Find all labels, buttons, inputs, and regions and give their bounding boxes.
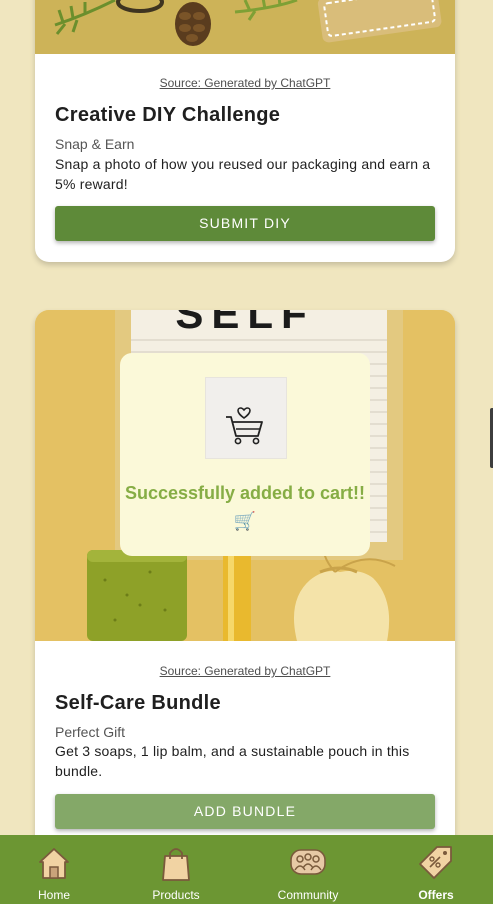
diy-card-image bbox=[35, 0, 455, 54]
cart-heart-icon bbox=[205, 377, 287, 459]
submit-diy-button[interactable]: SUBMIT DIY bbox=[55, 206, 435, 241]
nav-label: Home bbox=[37, 888, 70, 902]
toast-message: Successfully added to cart!! 🛒 bbox=[124, 483, 366, 531]
card-description: Get 3 soaps, 1 lip balm, and a sustainab… bbox=[55, 743, 410, 779]
nav-label: Offers bbox=[418, 888, 454, 902]
nav-home[interactable]: Home bbox=[24, 835, 84, 904]
frame-letter-text: SELF bbox=[175, 310, 314, 337]
add-bundle-button[interactable]: ADD BUNDLE bbox=[55, 794, 435, 829]
nav-products[interactable]: Products bbox=[142, 835, 210, 904]
offer-card-diy: Source: Generated by ChatGPT Creative DI… bbox=[35, 0, 455, 262]
nav-community[interactable]: Community bbox=[268, 835, 348, 904]
home-icon bbox=[39, 848, 69, 879]
community-icon bbox=[290, 849, 326, 875]
card-subtitle: Snap & Earn bbox=[55, 136, 135, 152]
image-source-link[interactable]: Source: Generated by ChatGPT bbox=[35, 76, 455, 90]
nav-offers[interactable]: Offers bbox=[406, 835, 466, 904]
card-description: Snap a photo of how you reused our packa… bbox=[55, 156, 431, 192]
nav-label: Products bbox=[152, 888, 200, 902]
shopping-bag-icon bbox=[162, 848, 190, 881]
added-to-cart-toast: Successfully added to cart!! 🛒 bbox=[120, 353, 370, 556]
offers-icon bbox=[419, 846, 452, 879]
nav-label: Community bbox=[277, 888, 339, 902]
card-subtitle: Perfect Gift bbox=[55, 724, 126, 740]
card-title: Creative DIY Challenge bbox=[55, 104, 281, 126]
card-title: Self-Care Bundle bbox=[55, 692, 221, 714]
image-source-link[interactable]: Source: Generated by ChatGPT bbox=[35, 664, 455, 678]
bottom-navigation: Home Products Community Offers bbox=[0, 835, 493, 904]
